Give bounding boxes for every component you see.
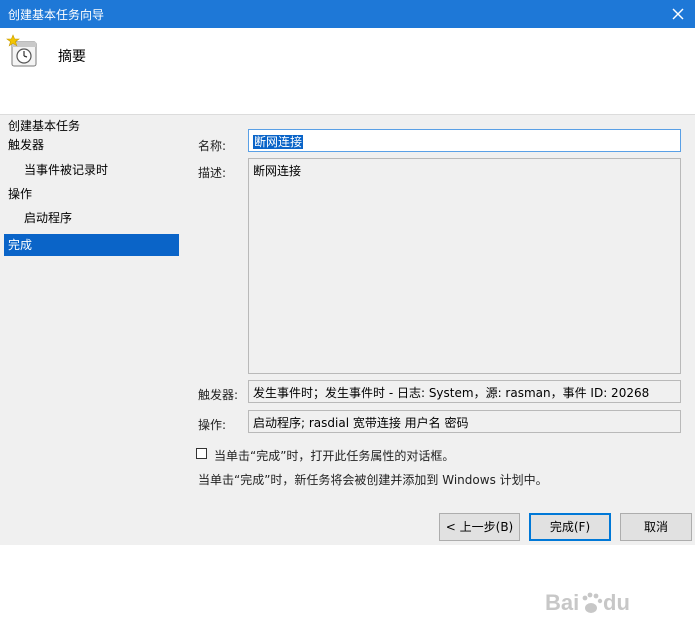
close-icon[interactable] (667, 3, 689, 25)
wizard-content: 创建基本任务 触发器 当事件被记录时 操作 启动程序 完成 名称: 断网连接 描… (0, 115, 695, 615)
trigger-label: 触发器: (198, 388, 239, 402)
wizard-header: 摘要 (0, 28, 695, 115)
name-field[interactable]: 断网连接 (248, 129, 681, 152)
action-label: 操作: (198, 418, 227, 432)
trigger-value: 发生事件时；发生事件时 - 日志: System，源: rasman，事件 ID… (253, 386, 650, 400)
window-title: 创建基本任务向导 (8, 8, 105, 22)
baidu-watermark: Bai du (545, 580, 655, 624)
baidu-paw-icon (582, 592, 603, 613)
svg-text:du: du (603, 590, 630, 615)
name-value: 断网连接 (253, 135, 304, 149)
sidebar-item-start-program[interactable]: 启动程序 (4, 207, 179, 229)
trigger-field: 发生事件时；发生事件时 - 日志: System，源: rasman，事件 ID… (248, 380, 681, 403)
finish-button[interactable]: 完成(F) (529, 513, 611, 541)
open-properties-checkbox[interactable] (196, 448, 207, 459)
action-value: 启动程序; rasdial 宽带连接 用户名 密码 (253, 416, 469, 430)
task-scheduler-icon (6, 34, 40, 68)
name-label: 名称: (198, 139, 227, 153)
title-bar: 创建基本任务向导 (0, 0, 695, 28)
description-value: 断网连接 (253, 164, 302, 178)
sidebar-item-action[interactable]: 操作 (4, 183, 179, 205)
cancel-button[interactable]: 取消 (620, 513, 692, 541)
open-properties-label[interactable]: 当单击“完成”时，打开此任务属性的对话框。 (214, 447, 454, 464)
finish-note: 当单击“完成”时，新任务将会被创建并添加到 Windows 计划中。 (198, 473, 548, 487)
action-field: 启动程序; rasdial 宽带连接 用户名 密码 (248, 410, 681, 433)
sidebar-item-finish[interactable]: 完成 (4, 234, 179, 256)
back-button[interactable]: < 上一步(B) (439, 513, 520, 541)
sidebar-item-when-event-logged[interactable]: 当事件被记录时 (4, 159, 179, 181)
sidebar-item-trigger[interactable]: 触发器 (4, 134, 179, 156)
page-heading: 摘要 (58, 49, 86, 65)
svg-text:Bai: Bai (545, 590, 579, 615)
description-field[interactable]: 断网连接 (248, 158, 681, 374)
description-label: 描述: (198, 166, 227, 180)
